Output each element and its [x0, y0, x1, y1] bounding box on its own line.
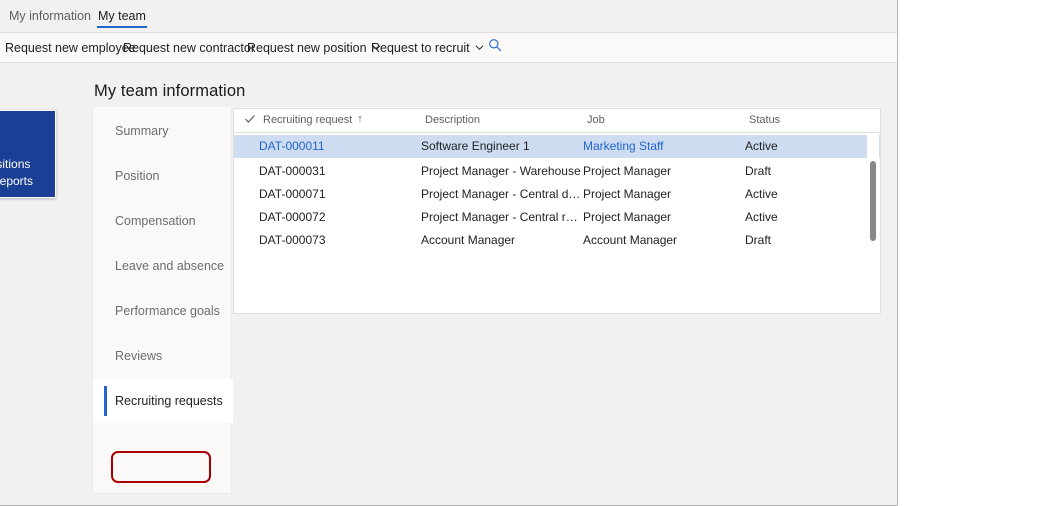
grid-header-recruiting-request-label: Recruiting request	[263, 114, 352, 126]
grid-header-status-label: Status	[749, 114, 780, 126]
nav-item-performance-goals[interactable]: Performance goals	[93, 289, 233, 333]
floating-tile-card[interactable]: positions ct reports	[0, 110, 56, 198]
cell-recruiting-request[interactable]: DAT-000073	[259, 229, 419, 252]
cell-job[interactable]: Marketing Staff	[583, 135, 741, 158]
cell-recruiting-request[interactable]: DAT-000011	[259, 135, 419, 158]
floating-tile-line-1: positions	[0, 156, 33, 173]
nav-item-recruiting-requests[interactable]: Recruiting requests	[93, 379, 233, 423]
tab-my-information[interactable]: My information	[7, 0, 93, 33]
cell-description: Software Engineer 1	[421, 135, 581, 158]
nav-item-summary-label: Summary	[115, 124, 168, 138]
cell-job: Project Manager	[583, 183, 741, 206]
page-title: My team information	[94, 82, 245, 101]
nav-item-compensation-label: Compensation	[115, 214, 196, 228]
request-new-contractor-button[interactable]: Request new contractor	[123, 33, 255, 63]
table-row[interactable]: DAT-000031 Project Manager - Warehouse P…	[234, 160, 880, 183]
nav-item-compensation[interactable]: Compensation	[93, 199, 233, 243]
table-row[interactable]: DAT-000071 Project Manager - Central div…	[234, 183, 880, 206]
request-new-employee-label: Request new employee	[5, 33, 136, 63]
request-to-recruit-button[interactable]: Request to recruit	[371, 33, 484, 63]
grid-select-all-header[interactable]	[244, 109, 264, 132]
grid-header-description[interactable]: Description	[425, 109, 480, 132]
floating-tile-text: positions ct reports	[0, 156, 33, 190]
request-new-position-button[interactable]: Request new position	[247, 33, 381, 63]
request-to-recruit-label: Request to recruit	[371, 33, 470, 63]
grid-header-recruiting-request[interactable]: Recruiting request ↑	[263, 109, 363, 132]
floating-tile-line-2: ct reports	[0, 173, 33, 190]
nav-item-position[interactable]: Position	[93, 154, 233, 198]
application-window: My information My team Request new emplo…	[0, 0, 898, 506]
cell-job: Project Manager	[583, 160, 741, 183]
nav-item-leave-and-absence-label: Leave and absence	[115, 259, 224, 273]
grid-header-status[interactable]: Status	[749, 109, 780, 132]
cell-job: Account Manager	[583, 229, 741, 252]
grid-scrollbar-thumb[interactable]	[870, 161, 876, 241]
table-row[interactable]: DAT-000073 Account Manager Account Manag…	[234, 229, 880, 252]
request-new-position-label: Request new position	[247, 33, 367, 63]
section-navigation-panel: Summary Position Compensation Leave and …	[92, 107, 232, 494]
search-button[interactable]	[485, 33, 505, 63]
nav-item-leave-and-absence[interactable]: Leave and absence	[93, 244, 233, 288]
cell-status: Active	[745, 183, 865, 206]
tab-strip: My information My team	[0, 0, 898, 33]
request-new-contractor-label: Request new contractor	[123, 33, 255, 63]
cell-recruiting-request[interactable]: DAT-000031	[259, 160, 419, 183]
cell-description: Project Manager - Central region	[421, 206, 581, 229]
nav-item-reviews-label: Reviews	[115, 349, 162, 363]
nav-item-position-label: Position	[115, 169, 159, 183]
recruiting-requests-grid: Recruiting request ↑ Description Job Stat…	[233, 108, 881, 314]
table-row[interactable]: DAT-000011 Software Engineer 1 Marketing…	[234, 135, 880, 158]
grid-scrollbar-track[interactable]	[867, 133, 879, 312]
nav-item-performance-goals-label: Performance goals	[115, 304, 220, 318]
cell-description: Project Manager - Warehouse	[421, 160, 581, 183]
cell-description: Account Manager	[421, 229, 581, 252]
cell-job: Project Manager	[583, 206, 741, 229]
cell-status: Active	[745, 206, 865, 229]
arrow-up-icon: ↑	[357, 108, 363, 131]
cell-recruiting-request[interactable]: DAT-000072	[259, 206, 419, 229]
chevron-down-icon	[475, 43, 484, 52]
command-bar: Request new employee Request new contrac…	[0, 33, 898, 63]
request-new-employee-button[interactable]: Request new employee	[5, 33, 136, 63]
table-row[interactable]: DAT-000072 Project Manager - Central reg…	[234, 206, 880, 229]
tab-my-team-label: My team	[98, 9, 146, 23]
grid-header-description-label: Description	[425, 114, 480, 126]
grid-header-job[interactable]: Job	[587, 109, 605, 132]
grid-header-row: Recruiting request ↑ Description Job Stat…	[234, 109, 880, 133]
cell-status: Active	[745, 135, 865, 158]
tab-my-team[interactable]: My team	[96, 0, 148, 33]
nav-item-summary[interactable]: Summary	[93, 109, 233, 153]
tab-my-information-label: My information	[9, 9, 91, 23]
checkmark-icon	[244, 111, 256, 123]
cell-description: Project Manager - Central divisi...	[421, 183, 581, 206]
nav-item-recruiting-requests-label: Recruiting requests	[115, 394, 223, 408]
nav-item-reviews[interactable]: Reviews	[93, 334, 233, 378]
search-icon	[488, 33, 502, 63]
cell-recruiting-request[interactable]: DAT-000071	[259, 183, 419, 206]
cell-status: Draft	[745, 229, 865, 252]
page-body: My team information Summary Position Com…	[0, 63, 898, 506]
grid-header-job-label: Job	[587, 114, 605, 126]
cell-status: Draft	[745, 160, 865, 183]
